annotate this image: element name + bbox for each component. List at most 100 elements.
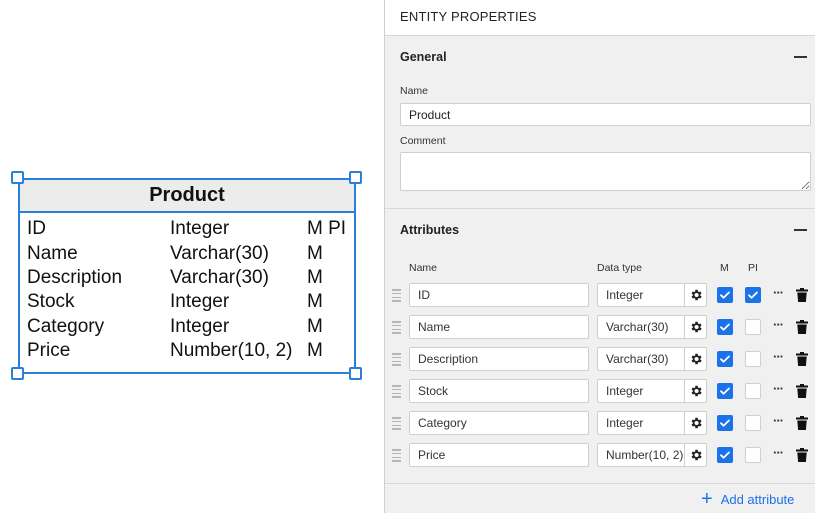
mandatory-checkbox[interactable]: [717, 351, 733, 367]
data-type-value: Integer: [606, 288, 644, 302]
data-type-value: Number(10, 2): [606, 448, 684, 462]
primary-identifier-checkbox[interactable]: [745, 447, 761, 463]
trash-icon[interactable]: [796, 384, 808, 398]
mandatory-checkbox[interactable]: [717, 287, 733, 303]
more-icon[interactable]: ···: [773, 349, 784, 364]
primary-identifier-checkbox[interactable]: [745, 383, 761, 399]
attribute-row: Integer ···: [385, 283, 815, 309]
attribute-name-input[interactable]: [409, 315, 589, 339]
more-icon[interactable]: ···: [773, 413, 784, 428]
gear-icon[interactable]: [684, 316, 706, 338]
drag-handle-icon[interactable]: [392, 417, 401, 430]
check-icon: [720, 323, 730, 331]
attribute-name-input[interactable]: [409, 379, 589, 403]
drag-handle-icon[interactable]: [392, 289, 401, 302]
column-header-pi: PI: [748, 262, 758, 274]
check-icon: [720, 291, 730, 299]
data-type-select[interactable]: Integer: [597, 283, 707, 307]
primary-identifier-checkbox[interactable]: [745, 351, 761, 367]
resize-handle-top-left[interactable]: [11, 171, 24, 184]
check-icon: [720, 387, 730, 395]
mandatory-checkbox[interactable]: [717, 383, 733, 399]
check-icon: [720, 451, 730, 459]
primary-identifier-checkbox[interactable]: [745, 319, 761, 335]
drag-handle-icon[interactable]: [392, 353, 401, 366]
gear-icon[interactable]: [684, 412, 706, 434]
comment-label: Comment: [400, 135, 446, 147]
more-icon[interactable]: ···: [773, 285, 784, 300]
entity-attr-name: Description: [27, 267, 123, 288]
entity-attr-flags: M: [307, 316, 323, 337]
resize-handle-top-right[interactable]: [349, 171, 362, 184]
mandatory-checkbox[interactable]: [717, 415, 733, 431]
more-icon[interactable]: ···: [773, 445, 784, 460]
primary-identifier-checkbox[interactable]: [745, 287, 761, 303]
data-type-value: Varchar(30): [606, 352, 669, 366]
gear-icon[interactable]: [684, 380, 706, 402]
attribute-row: Varchar(30) ···: [385, 347, 815, 373]
mandatory-checkbox[interactable]: [717, 447, 733, 463]
entity-attr-type: Varchar(30): [170, 267, 269, 288]
check-icon: [748, 291, 758, 299]
primary-identifier-checkbox[interactable]: [745, 415, 761, 431]
more-icon[interactable]: ···: [773, 381, 784, 396]
attribute-row: Integer ···: [385, 379, 815, 405]
name-label: Name: [400, 85, 429, 97]
trash-icon[interactable]: [796, 352, 808, 366]
attribute-row: Number(10, 2) ···: [385, 443, 815, 469]
attribute-name-input[interactable]: [409, 283, 589, 307]
entity-attr-flags: M PI: [307, 218, 347, 239]
entity-attr-type: Integer: [170, 291, 230, 312]
mandatory-checkbox[interactable]: [717, 319, 733, 335]
check-icon: [720, 419, 730, 427]
attribute-row: Integer ···: [385, 411, 815, 437]
entity-attr-type: Integer: [170, 316, 230, 337]
data-type-select[interactable]: Varchar(30): [597, 347, 707, 371]
attribute-name-input[interactable]: [409, 347, 589, 371]
properties-panel: ENTITY PROPERTIES General Name Comment A…: [384, 0, 815, 513]
comment-textarea[interactable]: [400, 152, 811, 191]
diagram-canvas[interactable]: Product ID Integer M PI Name Varchar(30)…: [0, 0, 384, 513]
add-attribute-button[interactable]: + Add attribute: [701, 489, 794, 509]
entity-attr-name: Price: [27, 340, 71, 361]
data-type-value: Varchar(30): [606, 320, 669, 334]
entity-attr-name: Category: [27, 316, 105, 337]
data-type-select[interactable]: Integer: [597, 411, 707, 435]
data-type-value: Integer: [606, 384, 644, 398]
entity-product[interactable]: Product ID Integer M PI Name Varchar(30)…: [18, 178, 356, 374]
resize-handle-bottom-right[interactable]: [349, 367, 362, 380]
more-icon[interactable]: ···: [773, 317, 784, 332]
general-section-title: General: [400, 50, 447, 64]
trash-icon[interactable]: [796, 448, 808, 462]
drag-handle-icon[interactable]: [392, 321, 401, 334]
entity-attr-type: Integer: [170, 218, 230, 239]
general-section-header[interactable]: General: [385, 36, 815, 76]
column-header-m: M: [720, 262, 729, 274]
gear-icon[interactable]: [684, 348, 706, 370]
column-header-data-type: Data type: [597, 262, 642, 274]
resize-handle-bottom-left[interactable]: [11, 367, 24, 380]
minus-icon[interactable]: [794, 56, 807, 58]
attributes-section-header[interactable]: Attributes: [385, 209, 815, 249]
data-type-select[interactable]: Integer: [597, 379, 707, 403]
trash-icon[interactable]: [796, 416, 808, 430]
section-divider: [385, 483, 815, 484]
column-header-name: Name: [409, 262, 438, 274]
attribute-name-input[interactable]: [409, 411, 589, 435]
gear-icon[interactable]: [684, 444, 706, 466]
trash-icon[interactable]: [796, 320, 808, 334]
attribute-name-input[interactable]: [409, 443, 589, 467]
attributes-section-title: Attributes: [400, 223, 460, 237]
data-type-select[interactable]: Number(10, 2): [597, 443, 707, 467]
gear-icon[interactable]: [684, 284, 706, 306]
data-type-select[interactable]: Varchar(30): [597, 315, 707, 339]
check-icon: [720, 355, 730, 363]
trash-icon[interactable]: [796, 288, 808, 302]
add-attribute-label: Add attribute: [720, 491, 795, 507]
entity-name-input[interactable]: [400, 103, 811, 126]
drag-handle-icon[interactable]: [392, 449, 401, 462]
entity-attr-flags: M: [307, 267, 323, 288]
minus-icon[interactable]: [794, 229, 807, 231]
entity-title: Product: [20, 180, 354, 213]
drag-handle-icon[interactable]: [392, 385, 401, 398]
